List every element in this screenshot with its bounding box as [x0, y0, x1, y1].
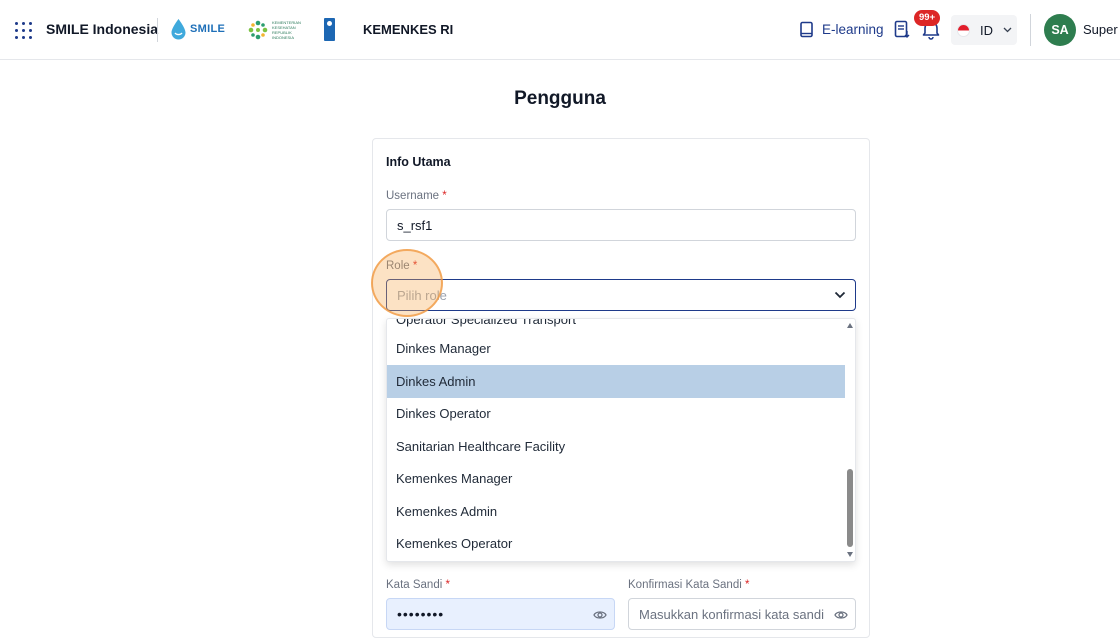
confirm-password-input[interactable]: Masukkan konfirmasi kata sandi [628, 598, 856, 630]
scrollbar-thumb[interactable] [847, 469, 853, 547]
confirm-password-label: Konfirmasi Kata Sandi * [628, 579, 749, 591]
role-option[interactable]: Kemenkes Operator [387, 527, 845, 560]
role-placeholder: Pilih role [397, 287, 447, 303]
eye-icon[interactable] [834, 609, 848, 621]
top-navbar: SMILE Indonesia SMILE KEMENTERIAN KESEHA… [0, 0, 1120, 60]
eye-icon[interactable] [593, 609, 607, 621]
dropdown-scrollbar[interactable] [844, 319, 856, 561]
document-download-icon[interactable] [894, 20, 911, 39]
indonesia-flag-icon [957, 23, 970, 37]
role-option[interactable]: Kemenkes Admin [387, 495, 845, 528]
role-option[interactable]: Dinkes Operator [387, 397, 845, 430]
elearning-link[interactable]: E-learning [799, 21, 884, 38]
role-label-text: Role [386, 260, 410, 272]
role-option[interactable]: Kemenkes Manager [387, 462, 845, 495]
undp-logo [324, 18, 335, 41]
header-divider [1030, 14, 1031, 46]
smile-logo: SMILE [170, 18, 225, 40]
avatar[interactable]: SA [1044, 14, 1076, 46]
required-mark: * [442, 190, 447, 202]
password-input[interactable]: •••••••• [386, 598, 615, 630]
password-value: •••••••• [397, 606, 445, 622]
username-input[interactable]: s_rsf1 [386, 209, 856, 241]
user-name[interactable]: Super Admin [1083, 22, 1120, 37]
kemenkes-emblem-icon [248, 20, 268, 40]
org-name: KEMENKES RI [363, 22, 454, 37]
password-label-text: Kata Sandi [386, 579, 443, 591]
smile-logo-text: SMILE [190, 23, 226, 35]
role-option[interactable]: Sanitarian Healthcare Facility [387, 430, 845, 463]
scroll-up-arrow-icon[interactable] [847, 323, 853, 328]
scroll-down-arrow-icon[interactable] [847, 552, 853, 557]
kemenkes-logo-text: KEMENTERIAN KESEHATAN REPUBLIK INDONESIA [272, 20, 301, 40]
username-label: Username * [386, 190, 447, 202]
kemenkes-logo: KEMENTERIAN KESEHATAN REPUBLIK INDONESIA [247, 19, 301, 41]
header-divider [157, 18, 158, 42]
language-code: ID [980, 22, 993, 38]
language-selector[interactable]: ID [951, 15, 1017, 45]
role-label: Role * [386, 260, 417, 272]
role-option[interactable]: Dinkes Manager [387, 332, 845, 365]
brand-name: SMILE Indonesia [46, 21, 159, 37]
page-title: Pengguna [514, 88, 606, 109]
chevron-down-icon [1003, 27, 1012, 33]
required-mark: * [412, 260, 418, 272]
elearning-label: E-learning [822, 22, 884, 37]
app-grid-icon[interactable] [15, 22, 32, 39]
username-label-text: Username [386, 190, 440, 202]
role-options-list[interactable]: Operator Specialized Transport Dinkes Ma… [386, 318, 856, 562]
required-mark: * [745, 579, 750, 591]
notification-badge: 99+ [914, 10, 941, 26]
role-option-highlighted[interactable]: Dinkes Admin [387, 365, 845, 398]
role-select[interactable]: Pilih role [386, 279, 856, 311]
username-value: s_rsf1 [397, 217, 433, 233]
confirm-password-label-text: Konfirmasi Kata Sandi [628, 579, 742, 591]
chevron-down-icon [834, 291, 846, 299]
section-title: Info Utama [386, 155, 451, 169]
water-drop-icon [171, 19, 186, 40]
password-label: Kata Sandi * [386, 579, 450, 591]
required-mark: * [445, 579, 450, 591]
confirm-password-placeholder: Masukkan konfirmasi kata sandi [639, 606, 824, 622]
book-icon [800, 21, 813, 38]
